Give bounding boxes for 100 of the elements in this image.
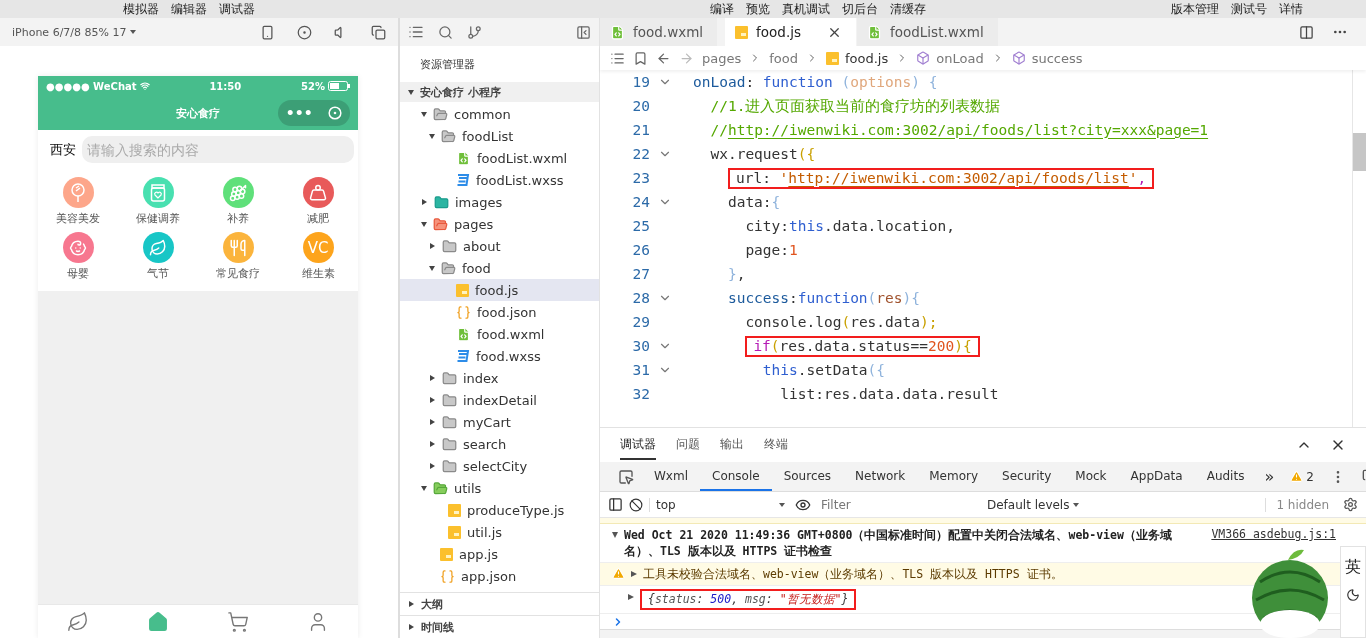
editor-tab[interactable]: food.js bbox=[725, 18, 856, 46]
panel-header[interactable]: 时间线 bbox=[400, 615, 599, 638]
devtools-tab[interactable]: Security bbox=[990, 462, 1064, 491]
devtools-tab[interactable]: Network bbox=[843, 462, 918, 491]
file-tree-item[interactable]: food.js bbox=[400, 279, 599, 301]
devtools-tab[interactable]: Audits bbox=[1194, 462, 1257, 491]
file-tree-item[interactable]: util.js bbox=[400, 521, 599, 543]
file-tree-item[interactable]: foodList.wxss bbox=[400, 169, 599, 191]
breadcrumb-item[interactable]: onLoad bbox=[916, 50, 984, 66]
breadcrumb-item[interactable]: pages bbox=[702, 50, 742, 66]
toolbar-item[interactable]: 版本管理 bbox=[1171, 0, 1219, 18]
devtools-tab[interactable]: Wxml bbox=[642, 462, 700, 491]
panel-header[interactable]: 大纲 bbox=[400, 592, 599, 615]
category-icon-circle[interactable] bbox=[62, 232, 94, 263]
file-tree-item[interactable]: app.json bbox=[400, 565, 599, 587]
source-link[interactable]: VM366 asdebug.js:1 bbox=[1211, 527, 1336, 541]
file-tree-item[interactable]: produceType.js bbox=[400, 499, 599, 521]
file-tree-item[interactable]: food.json bbox=[400, 301, 599, 323]
scrollbar-thumb[interactable] bbox=[1353, 133, 1366, 171]
cart-tab-icon[interactable] bbox=[227, 611, 249, 633]
category-label[interactable]: 补养 bbox=[227, 211, 249, 226]
windows-icon[interactable] bbox=[371, 24, 386, 40]
file-tree-item[interactable]: food.wxml bbox=[400, 323, 599, 345]
toolbar-item[interactable]: 预览 bbox=[746, 0, 770, 18]
disclosure-triangle-icon[interactable] bbox=[631, 571, 637, 577]
file-tree-item[interactable]: app.js bbox=[400, 543, 599, 565]
editor-tab[interactable]: food.wxml bbox=[600, 18, 718, 46]
devtools-tab[interactable]: Mock bbox=[1063, 462, 1119, 491]
menu-item[interactable]: 编辑器 bbox=[171, 0, 207, 18]
more-tabs-button[interactable]: » bbox=[1256, 462, 1283, 491]
file-tree-item[interactable]: search bbox=[400, 433, 599, 455]
breadcrumb-item[interactable]: food bbox=[769, 50, 798, 66]
bookmark-icon[interactable] bbox=[633, 50, 648, 66]
input-language-toggle[interactable]: 英 bbox=[1345, 557, 1361, 578]
devtools-tab[interactable]: AppData bbox=[1118, 462, 1195, 491]
warning-count[interactable]: 2 bbox=[1282, 462, 1322, 491]
toolbar-item[interactable]: 清缓存 bbox=[890, 0, 926, 18]
list-icon[interactable] bbox=[408, 24, 424, 40]
breadcrumb-item[interactable]: success bbox=[1011, 50, 1083, 66]
branch-icon[interactable] bbox=[467, 24, 482, 40]
file-tree-item[interactable]: about bbox=[400, 235, 599, 257]
devtools-tab[interactable]: Console bbox=[700, 462, 772, 491]
category-label[interactable]: 维生素 bbox=[301, 266, 335, 281]
editor-tab[interactable]: foodList.wxml bbox=[857, 18, 998, 46]
devtools-tab[interactable]: Sources bbox=[771, 462, 844, 491]
split-editor-icon[interactable] bbox=[1299, 24, 1314, 40]
file-tree-item[interactable]: selectCity bbox=[400, 455, 599, 477]
menu-item[interactable]: 模拟器 bbox=[123, 0, 159, 18]
file-tree-item[interactable]: food.wxss bbox=[400, 345, 599, 367]
inspect-icon[interactable] bbox=[618, 468, 634, 485]
file-tree-item[interactable]: foodList.wxml bbox=[400, 147, 599, 169]
category-label[interactable]: 常见食疗 bbox=[216, 266, 260, 281]
category-label[interactable]: 美容美发 bbox=[56, 211, 100, 226]
close-target-icon[interactable] bbox=[328, 106, 343, 120]
category-icon-circle[interactable] bbox=[302, 177, 334, 208]
file-tree-item[interactable]: pages bbox=[400, 213, 599, 235]
device-selector[interactable]: iPhone 6/7/8 85% 17 bbox=[12, 25, 127, 39]
phone-icon[interactable] bbox=[260, 24, 275, 40]
debugger-tab[interactable]: 调试器 bbox=[620, 430, 656, 460]
category-label[interactable]: 气节 bbox=[147, 266, 169, 281]
file-tree-item[interactable]: utils bbox=[400, 477, 599, 499]
file-tree-item[interactable]: foodList bbox=[400, 125, 599, 147]
file-tree-item[interactable]: common bbox=[400, 103, 599, 125]
leaf-tab-icon[interactable] bbox=[67, 611, 89, 633]
category-label[interactable]: 母婴 bbox=[67, 266, 89, 281]
file-tree-item[interactable]: images bbox=[400, 191, 599, 213]
context-select[interactable]: top bbox=[649, 497, 789, 512]
record-icon[interactable] bbox=[297, 24, 312, 40]
toolbar-item[interactable]: 切后台 bbox=[842, 0, 878, 18]
breadcrumb-item[interactable]: food.js bbox=[826, 50, 889, 66]
list-icon[interactable] bbox=[610, 50, 625, 66]
moon-icon[interactable] bbox=[1346, 588, 1360, 602]
toolbar-item[interactable]: 测试号 bbox=[1231, 0, 1267, 18]
search-field[interactable]: 请输入搜索的内容 bbox=[82, 136, 354, 163]
menu-item[interactable]: 调试器 bbox=[219, 0, 255, 18]
category-label[interactable]: 减肥 bbox=[307, 211, 329, 226]
file-tree-item[interactable]: index bbox=[400, 367, 599, 389]
toolbar-item[interactable]: 编译 bbox=[710, 0, 734, 18]
disclosure-triangle-icon[interactable] bbox=[628, 594, 634, 600]
clock-time: 11:50 bbox=[209, 80, 242, 92]
file-tree-item[interactable]: food bbox=[400, 257, 599, 279]
category-label[interactable]: 保健调养 bbox=[136, 211, 180, 226]
disclosure-triangle-icon[interactable] bbox=[612, 532, 618, 538]
debugger-tab[interactable]: 输出 bbox=[720, 430, 744, 460]
project-header[interactable]: 安心食疗 小程序 bbox=[400, 82, 599, 102]
debugger-tab[interactable]: 问题 bbox=[676, 430, 700, 460]
city-label[interactable]: 西安 bbox=[50, 140, 76, 159]
clear-console-icon[interactable] bbox=[629, 497, 643, 512]
levels-dropdown[interactable]: Default levels bbox=[987, 497, 1080, 512]
toolbar-item[interactable]: 真机调试 bbox=[782, 0, 830, 18]
toolbar-item[interactable]: 详情 bbox=[1279, 0, 1303, 18]
devtools-tab[interactable]: Memory bbox=[917, 462, 991, 491]
collapse-panel-icon[interactable] bbox=[576, 24, 591, 40]
sidebar-toggle-icon[interactable] bbox=[608, 497, 623, 512]
file-tree-item[interactable]: indexDetail bbox=[400, 389, 599, 411]
leaf-icon bbox=[149, 238, 167, 257]
search-icon[interactable] bbox=[438, 24, 453, 40]
debugger-tab[interactable]: 终端 bbox=[764, 430, 788, 460]
file-tree-item[interactable]: myCart bbox=[400, 411, 599, 433]
settings-icon[interactable] bbox=[1343, 497, 1358, 512]
